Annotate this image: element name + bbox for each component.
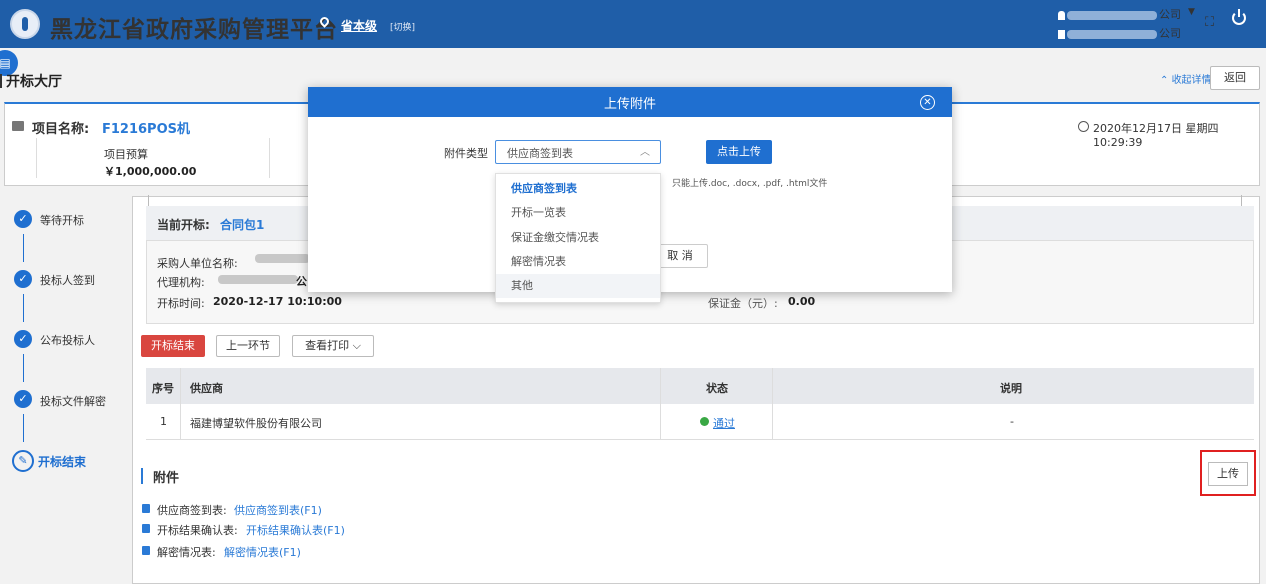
step-end[interactable]: 开标结束	[38, 453, 86, 470]
step-connector	[23, 414, 24, 442]
open-time-value: 2020-12-17 10:10:00	[213, 295, 342, 308]
budget-label: 项目预算	[104, 148, 148, 161]
caret-down-icon[interactable]: ▼	[1188, 7, 1195, 17]
close-icon[interactable]: ✕	[920, 95, 935, 110]
attachment-label: 解密情况表:	[157, 546, 216, 559]
dropdown-option[interactable]: 其他	[496, 274, 660, 298]
redacted-agency	[218, 275, 298, 284]
org-info: 公司	[1058, 25, 1181, 41]
document-icon	[142, 504, 150, 513]
user-icon	[1058, 10, 1065, 20]
redacted-org	[1067, 29, 1157, 39]
current-package: 合同包1	[220, 218, 265, 232]
column-divider	[180, 368, 181, 440]
attachments-title: 附件	[153, 471, 180, 486]
th-note: 说明	[1000, 382, 1022, 395]
step-connector	[23, 234, 24, 262]
dropdown-option[interactable]: 保证金缴交情况表	[496, 226, 660, 250]
deposit-value: 0.00	[788, 295, 816, 308]
deposit-label: 保证金（元）:	[708, 297, 778, 310]
view-print-button[interactable]: 查看打印 ⌵	[292, 335, 374, 357]
project-name-label: 项目名称:	[32, 122, 90, 137]
cell-seq: 1	[160, 415, 167, 428]
step-waiting[interactable]: 等待开标	[40, 212, 84, 228]
step-decrypt[interactable]: 投标文件解密	[40, 393, 106, 409]
chevron-down-icon: ⌵	[352, 339, 361, 352]
attachment-link[interactable]: 解密情况表(F1)	[224, 544, 301, 560]
user-info[interactable]: 公司	[1058, 6, 1181, 22]
column-divider	[660, 368, 661, 440]
redacted-user	[1067, 10, 1157, 20]
redacted-purchaser	[255, 254, 310, 263]
step-check-icon: ✓	[14, 390, 32, 408]
project-datetime: 2020年12月17日 星期四 10:29:39	[1093, 122, 1219, 149]
upload-hint: 只能上传.doc, .docx, .pdf, .html文件	[672, 179, 828, 189]
region-switch-link[interactable]: [切换]	[390, 20, 415, 33]
clock-icon	[1078, 121, 1089, 132]
title-mark	[0, 74, 2, 88]
upload-button[interactable]: 上传	[1208, 462, 1248, 486]
power-icon[interactable]	[1232, 9, 1246, 25]
open-time-label: 开标时间:	[157, 297, 205, 310]
dropdown-option[interactable]: 解密情况表	[496, 250, 660, 274]
click-upload-button[interactable]: 点击上传	[706, 140, 772, 164]
attachment-label: 供应商签到表:	[157, 504, 227, 517]
attachment-type-value: 供应商签到表	[507, 147, 573, 160]
document-icon	[142, 524, 150, 533]
current-label: 当前开标:	[157, 218, 210, 232]
edit-icon: ✎	[12, 450, 34, 472]
region-link[interactable]: 省本级	[341, 17, 377, 34]
attachments-mark	[141, 468, 143, 484]
modal-title: 上传附件	[603, 97, 656, 112]
page-title: 开标大厅	[6, 74, 62, 90]
document-icon	[142, 546, 150, 555]
dropdown-option[interactable]: 供应商签到表	[496, 177, 660, 201]
agency-label: 代理机构:	[157, 276, 205, 289]
fullscreen-icon[interactable]: ⛶	[1205, 15, 1214, 30]
status-pass-link[interactable]: 通过	[713, 415, 735, 431]
budget-value: ￥1,000,000.00	[104, 165, 197, 178]
table-header	[146, 368, 1254, 404]
attachment-label: 开标结果确认表:	[157, 524, 238, 537]
step-publish[interactable]: 公布投标人	[40, 332, 95, 348]
building-icon	[1058, 29, 1065, 39]
th-status: 状态	[706, 382, 728, 395]
step-signin[interactable]: 投标人签到	[40, 272, 95, 288]
step-check-icon: ✓	[14, 330, 32, 348]
previous-step-button[interactable]: 上一环节	[216, 335, 280, 357]
collapse-details-link[interactable]: ⌃ 收起详情	[1160, 71, 1212, 86]
end-opening-button[interactable]: 开标结束	[141, 335, 205, 357]
cell-supplier: 福建博望软件股份有限公司	[190, 417, 322, 430]
back-button[interactable]: 返回	[1210, 66, 1260, 90]
dropdown-option[interactable]: 开标一览表	[496, 201, 660, 225]
logo-icon	[10, 9, 40, 39]
project-name: F1216POS机	[102, 122, 191, 137]
attachment-type-label: 附件类型	[444, 147, 488, 160]
column-divider	[772, 368, 773, 440]
status-success-icon	[700, 417, 709, 426]
project-icon	[12, 121, 24, 131]
th-supplier: 供应商	[190, 382, 223, 395]
step-connector	[23, 294, 24, 322]
step-connector	[23, 354, 24, 382]
step-check-icon: ✓	[14, 210, 32, 228]
platform-title: 黑龙江省政府采购管理平台	[50, 17, 338, 43]
th-seq: 序号	[152, 382, 174, 395]
cell-note: -	[1010, 415, 1014, 428]
chevron-up-icon: ︿	[640, 147, 650, 158]
attachment-link[interactable]: 供应商签到表(F1)	[234, 502, 322, 518]
agency-value-tail: 公	[296, 275, 307, 288]
purchaser-label: 采购人单位名称:	[157, 257, 238, 270]
step-check-icon: ✓	[14, 270, 32, 288]
attachment-link[interactable]: 开标结果确认表(F1)	[246, 522, 345, 538]
